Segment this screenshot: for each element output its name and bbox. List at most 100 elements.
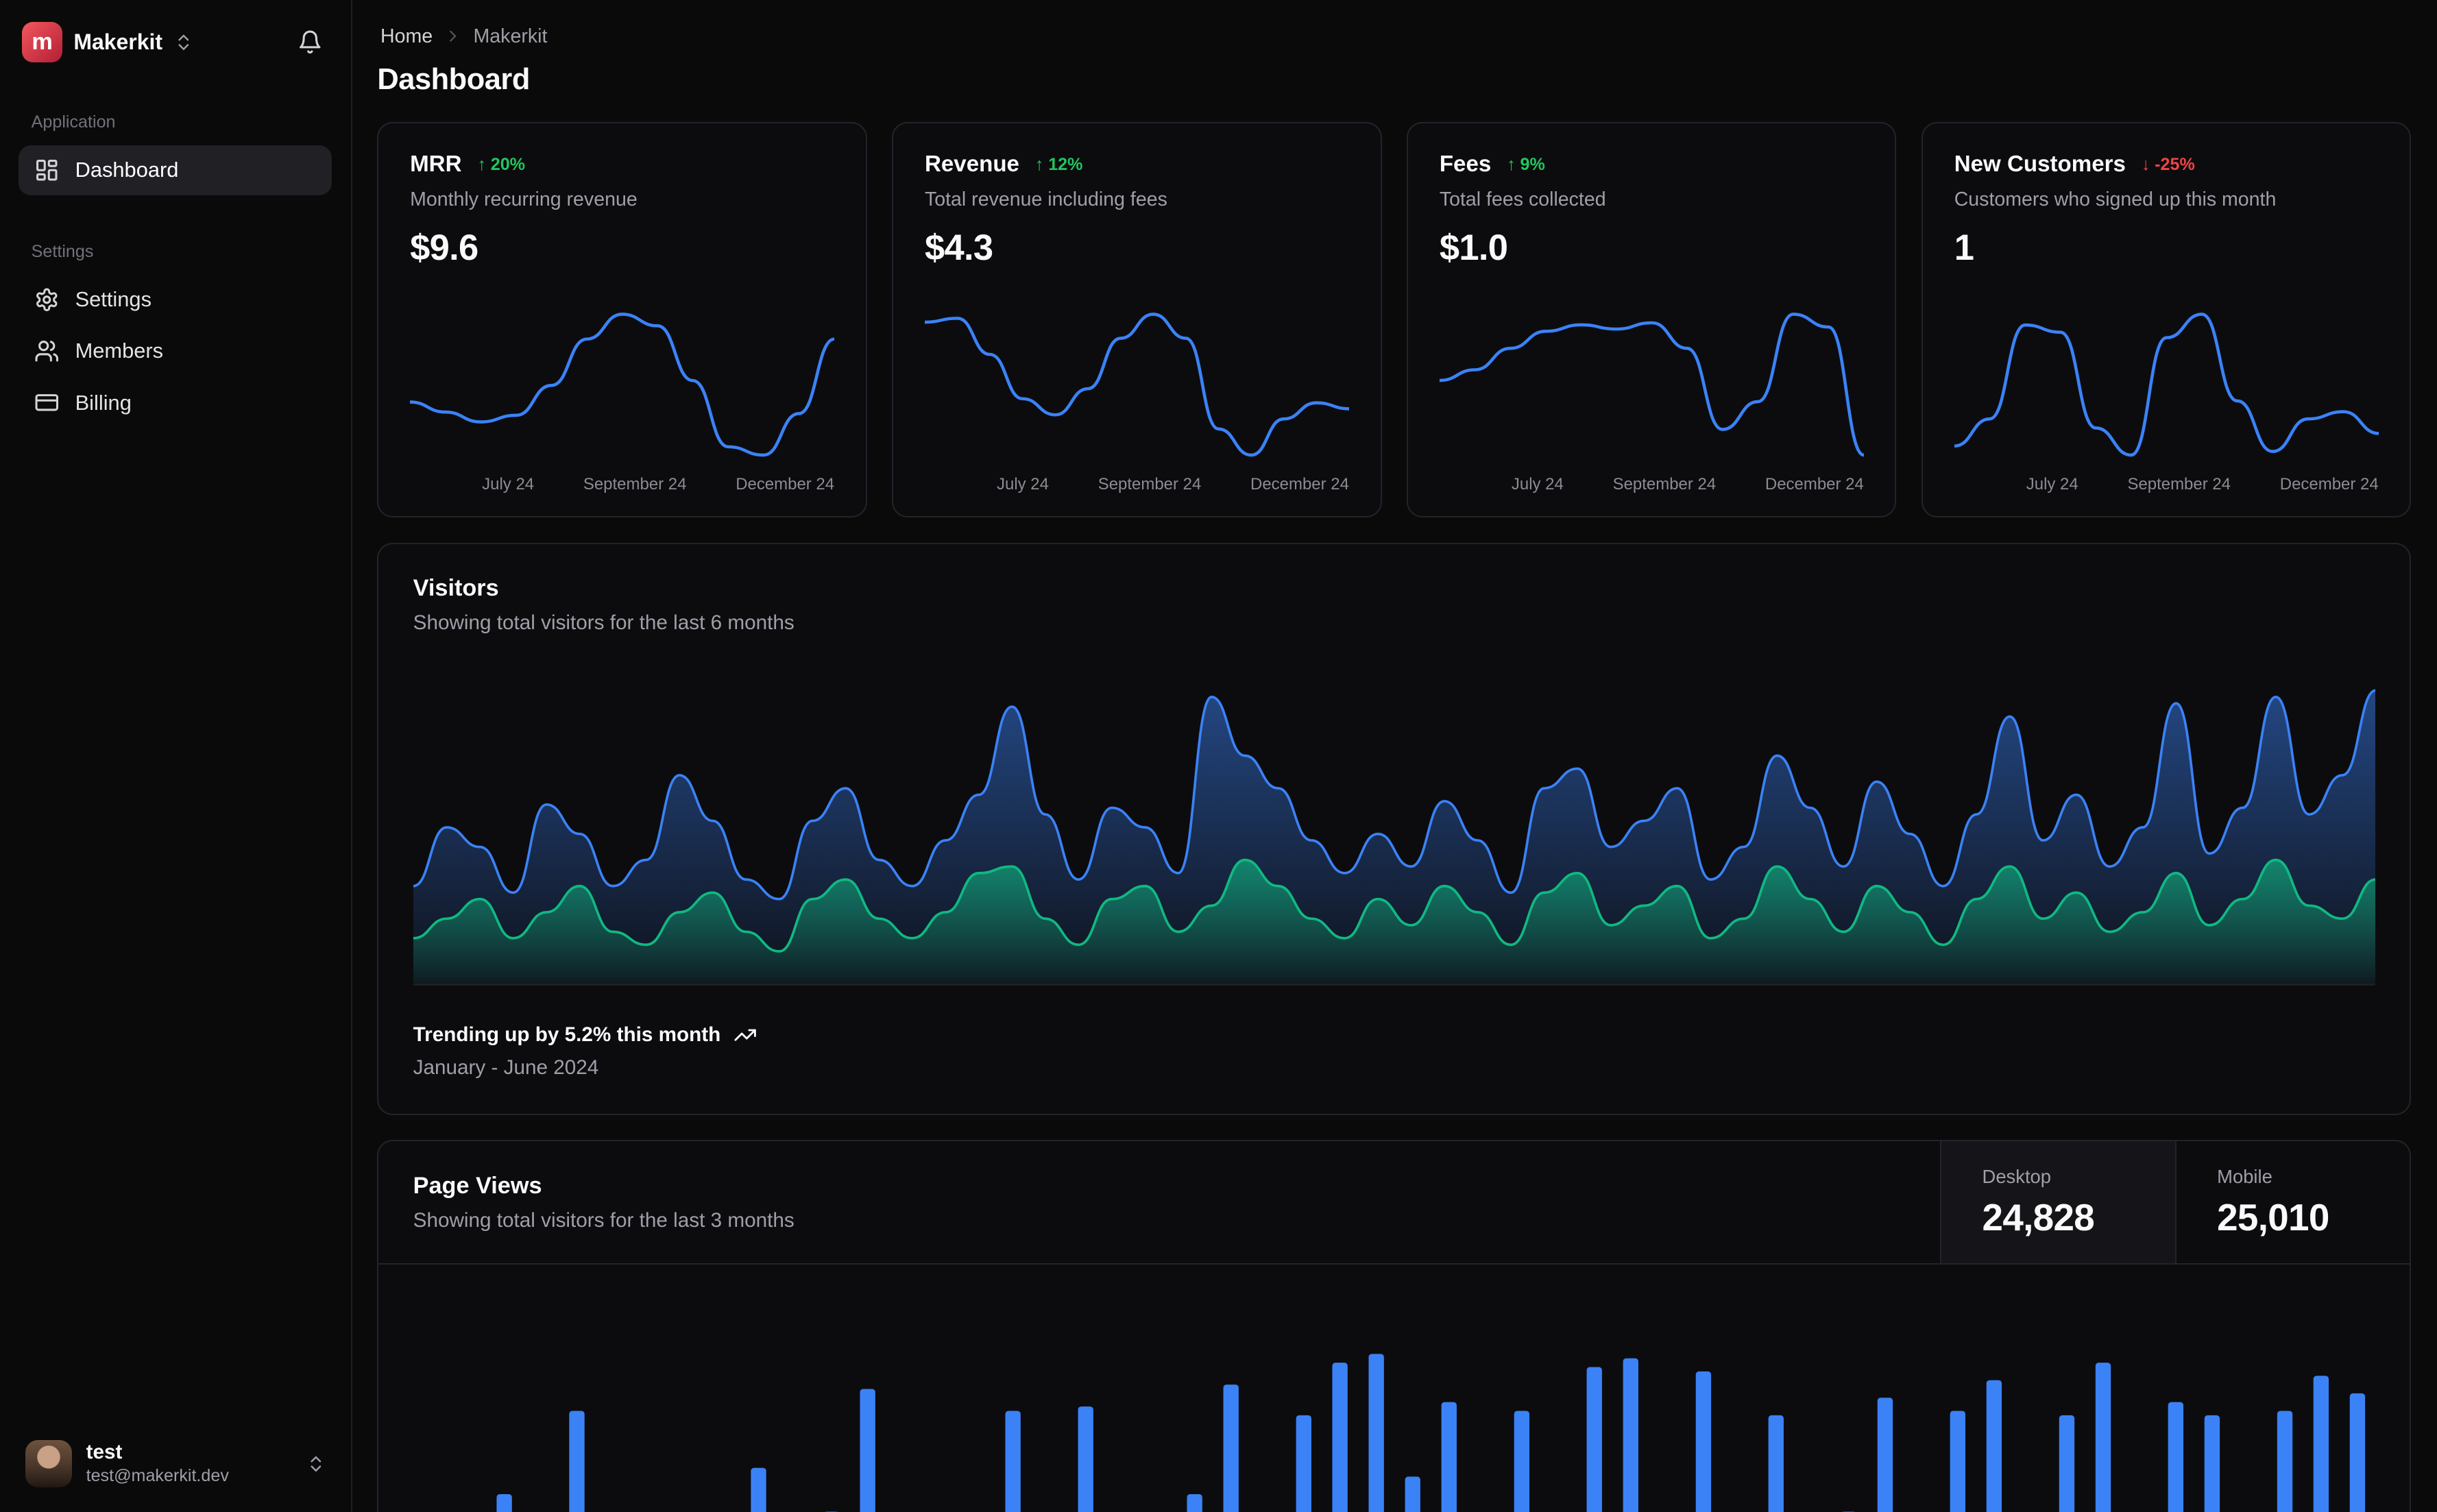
chevrons-up-down-icon: [311, 1456, 321, 1472]
stat-card-new-customers: New Customers ↓ -25% Customers who signed…: [1921, 121, 2412, 518]
desktop-toggle[interactable]: Desktop 24,828: [1940, 1141, 2175, 1264]
trend-up-icon: ↑: [1507, 154, 1516, 174]
x-tick-label: December 24: [1250, 475, 1349, 494]
user-name: test: [86, 1441, 123, 1464]
stat-title: MRR: [410, 151, 462, 177]
credit-card-icon: [35, 394, 59, 411]
trend-up-icon: ↑: [477, 154, 486, 174]
sidebar-item-dashboard[interactable]: Dashboard: [19, 145, 332, 195]
nav-section-application: Application: [31, 112, 116, 132]
stat-description: Customers who signed up this month: [1954, 188, 2277, 210]
app-root: m Makerkit Application Dashboard Setting…: [0, 0, 2436, 1512]
sidebar-item-billing[interactable]: Billing: [19, 378, 332, 428]
page-views-card: Page Views Showing total visitors for th…: [377, 1140, 2412, 1512]
revenue-sparkline-chart: [924, 312, 1349, 456]
x-tick-label: September 24: [583, 475, 687, 494]
sidebar-item-label: Billing: [75, 390, 132, 415]
page-views-toggles: Desktop 24,828 Mobile 25,010: [1940, 1141, 2410, 1264]
user-menu[interactable]: test test@makerkit.dev: [19, 1431, 332, 1497]
trend-down-icon: ↓: [2141, 154, 2150, 174]
workspace-name: Makerkit: [73, 29, 163, 55]
page-views-header: Page Views Showing total visitors for th…: [378, 1141, 2410, 1265]
mobile-toggle[interactable]: Mobile 25,010: [2174, 1141, 2410, 1264]
trend-badge: ↓ -25%: [2141, 154, 2195, 174]
stat-card-fees: Fees ↑ 9% Total fees collected $1.0 July …: [1407, 121, 1897, 518]
x-tick-label: December 24: [2279, 475, 2379, 494]
x-tick-label: July 24: [482, 475, 535, 494]
visitors-trend: Trending up by 5.2% this month: [413, 1023, 2375, 1047]
gear-icon: [36, 288, 58, 311]
x-tick-label: July 24: [1511, 475, 1564, 494]
x-axis-ticks: July 24 September 24 December 24: [1440, 475, 1864, 494]
x-axis-ticks: July 24 September 24 December 24: [1954, 475, 2379, 494]
visitors-area-chart: [413, 689, 2376, 986]
visitors-trend-text: Trending up by 5.2% this month: [413, 1023, 721, 1046]
logo-letter: m: [32, 29, 53, 56]
x-axis-ticks: July 24 September 24 December 24: [925, 475, 1349, 494]
sidebar: m Makerkit Application Dashboard Setting…: [0, 0, 352, 1512]
sidebar-item-label: Settings: [75, 287, 151, 312]
nav-section-settings: Settings: [31, 242, 94, 262]
main-content: Home Makerkit Dashboard MRR ↑ 20% Monthly…: [352, 0, 2436, 1512]
user-avatar: [25, 1440, 73, 1487]
stat-description: Monthly recurring revenue: [410, 188, 638, 210]
sidebar-item-label: Dashboard: [75, 158, 179, 182]
trend-badge: ↑ 9%: [1507, 154, 1545, 174]
stat-title: New Customers: [1954, 151, 2126, 177]
stat-card-revenue: Revenue ↑ 12% Total revenue including fee…: [892, 121, 1382, 518]
desktop-value: 24,828: [1982, 1196, 2095, 1239]
trend-badge: ↑ 12%: [1034, 154, 1083, 174]
x-tick-label: December 24: [1765, 475, 1864, 494]
makerkit-logo: m: [21, 21, 63, 63]
visitors-card: Visitors Showing total visitors for the …: [377, 542, 2412, 1115]
notifications-button[interactable]: [291, 23, 329, 61]
visitors-period: January - June 2024: [413, 1056, 599, 1079]
x-tick-label: September 24: [1098, 475, 1202, 494]
stat-cards-row: MRR ↑ 20% Monthly recurring revenue $9.6 …: [377, 121, 2412, 518]
trending-up-icon: [733, 1029, 756, 1041]
stat-card-mrr: MRR ↑ 20% Monthly recurring revenue $9.6 …: [377, 121, 867, 518]
page-views-title: Page Views: [413, 1172, 542, 1199]
x-axis-ticks: July 24 September 24 December 24: [410, 475, 834, 494]
sidebar-item-label: Members: [75, 339, 164, 363]
breadcrumb-current: Makerkit: [473, 25, 548, 47]
x-tick-label: September 24: [1612, 475, 1717, 494]
sidebar-header: m Makerkit: [19, 19, 332, 66]
dashboard-icon: [36, 159, 58, 181]
breadcrumb: Home Makerkit: [380, 25, 2408, 48]
stat-value: $4.3: [924, 227, 993, 268]
page-views-bar-chart: [496, 1354, 2365, 1512]
page-title: Dashboard: [377, 63, 530, 97]
stat-title: Revenue: [924, 151, 1019, 177]
breadcrumb-home-link[interactable]: Home: [380, 25, 433, 48]
stat-description: Total revenue including fees: [924, 188, 1167, 210]
stat-description: Total fees collected: [1439, 188, 1606, 210]
mobile-label: Mobile: [2217, 1165, 2272, 1187]
chevrons-up-down-icon: [178, 34, 189, 50]
x-tick-label: July 24: [997, 475, 1049, 494]
sidebar-item-settings[interactable]: Settings: [19, 275, 332, 325]
users-icon: [35, 341, 59, 362]
stat-title: Fees: [1439, 151, 1492, 177]
visitors-title: Visitors: [413, 575, 499, 602]
stat-value: $9.6: [410, 227, 478, 268]
stat-value: $1.0: [1439, 227, 1508, 268]
fees-sparkline-chart: [1439, 312, 1864, 456]
visitors-subtitle: Showing total visitors for the last 6 mo…: [413, 611, 795, 635]
new-customers-sparkline-chart: [1954, 312, 2379, 456]
workspace-switcher[interactable]: [173, 32, 194, 53]
user-email: test@makerkit.dev: [86, 1466, 229, 1486]
x-tick-label: September 24: [2127, 475, 2231, 494]
page-views-subtitle: Showing total visitors for the last 3 mo…: [413, 1208, 795, 1232]
sidebar-item-members[interactable]: Members: [19, 326, 332, 376]
desktop-label: Desktop: [1982, 1165, 2052, 1187]
x-tick-label: December 24: [736, 475, 835, 494]
trend-badge: ↑ 20%: [477, 154, 525, 174]
bell-icon: [300, 30, 321, 54]
mrr-sparkline-chart: [410, 312, 835, 456]
sidebar-nav: Application Dashboard Settings Settings …: [19, 66, 332, 430]
mobile-value: 25,010: [2217, 1196, 2329, 1239]
trend-up-icon: ↑: [1034, 154, 1044, 174]
chevron-right-icon: [450, 31, 457, 42]
x-tick-label: July 24: [2026, 475, 2078, 494]
